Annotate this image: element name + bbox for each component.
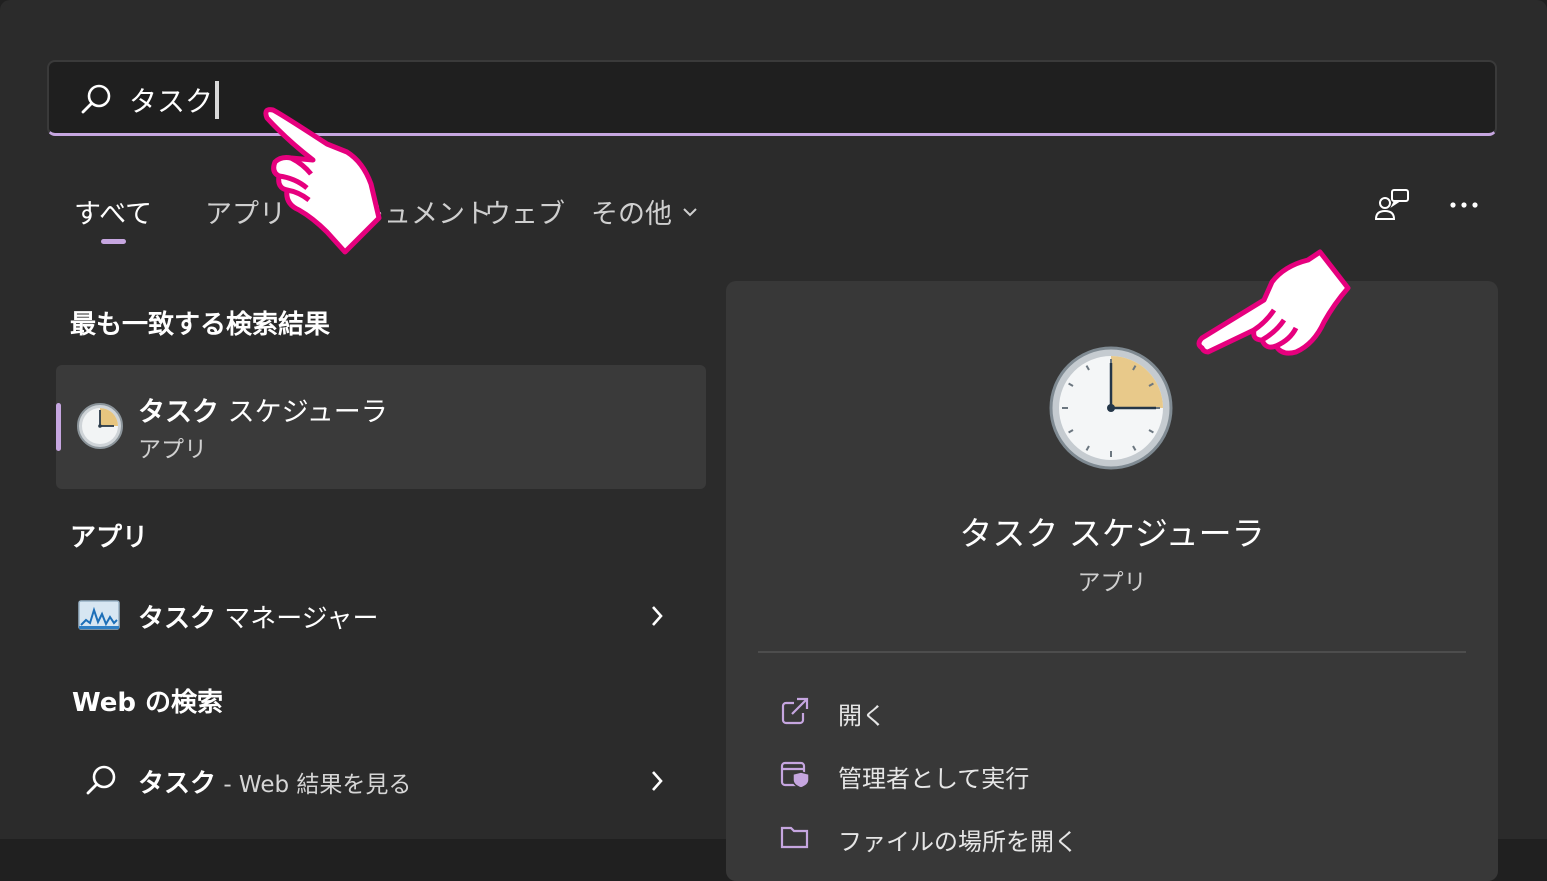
pointing-hand-annotation-icon (263, 107, 382, 255)
detail-app-name: タスク スケジューラ (959, 514, 1265, 553)
task-manager-name-rest: マネージャー (216, 604, 379, 634)
open-external-icon (781, 697, 810, 725)
web-search-heading: Web の検索 (72, 688, 224, 718)
start-search-panel: タスク すべて アプリ ドキュメント ウェブ その他 最も一致する検索結果 タス… (0, 0, 1547, 881)
action-open-label: 開く (838, 702, 886, 730)
pointing-hand-annotation-icon (1196, 249, 1351, 356)
tab-web[interactable]: ウェブ (484, 192, 565, 231)
web-search-suffix: - Web 結果を見る (216, 772, 412, 798)
selection-accent (56, 403, 61, 451)
tab-all[interactable]: すべて (74, 192, 152, 231)
action-open-file-location[interactable]: ファイルの場所を開く (780, 818, 1460, 858)
chevron-right-icon[interactable] (650, 769, 664, 793)
search-query: タスク (129, 85, 214, 118)
text-caret (215, 81, 220, 119)
action-open-file-location-label: ファイルの場所を開く (838, 828, 1078, 856)
best-match-item[interactable]: タスク スケジューラ アプリ (56, 365, 706, 489)
task-manager-icon (78, 600, 120, 630)
web-search-query: タスク (138, 769, 217, 799)
search-icon (81, 84, 111, 114)
apps-heading: アプリ (70, 523, 149, 553)
list-item-web-search[interactable]: タスク - Web 結果を見る (56, 743, 706, 819)
detail-app-type: アプリ (1077, 570, 1147, 596)
active-tab-indicator (101, 239, 126, 244)
tab-more-label: その他 (591, 199, 672, 230)
people-chat-icon[interactable] (1372, 188, 1412, 224)
more-dots-icon[interactable] (1446, 194, 1482, 216)
chevron-right-icon[interactable] (650, 604, 664, 628)
best-match-name: タスク スケジューラ (138, 390, 388, 429)
tab-more[interactable]: その他 (591, 192, 698, 231)
search-icon (86, 765, 116, 795)
task-manager-name-bold: タスク (138, 604, 217, 634)
search-input[interactable]: タスク (129, 80, 220, 120)
detail-panel: タスク スケジューラ アプリ 開く 管理者として実行 ファイルの場所を開く (726, 281, 1498, 881)
best-match-name-rest: スケジューラ (219, 397, 388, 428)
action-run-as-admin-label: 管理者として実行 (838, 765, 1030, 793)
action-open[interactable]: 開く (780, 692, 1460, 732)
best-match-type: アプリ (138, 437, 207, 463)
task-manager-label: タスク マネージャー (138, 598, 378, 635)
action-run-as-admin[interactable]: 管理者として実行 (780, 755, 1460, 795)
folder-icon (780, 826, 809, 849)
clock-icon (1049, 346, 1173, 470)
list-item-task-manager[interactable]: タスク マネージャー (56, 578, 706, 654)
best-match-heading: 最も一致する検索結果 (70, 310, 331, 340)
web-search-label: タスク - Web 結果を見る (138, 763, 411, 800)
clock-icon (77, 403, 123, 449)
admin-shield-icon (780, 761, 810, 789)
divider (758, 651, 1466, 653)
chevron-down-icon (683, 207, 697, 216)
best-match-name-bold: タスク (138, 397, 219, 428)
